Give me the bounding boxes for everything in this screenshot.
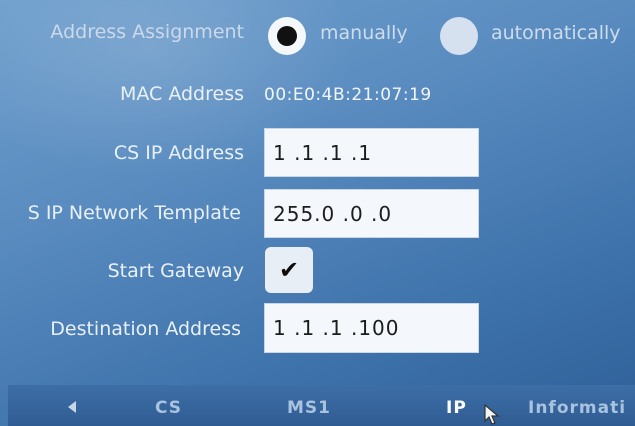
cs-ip-address-label: CS IP Address [113,142,244,164]
mac-address-value: 00:E0:4B:21:07:19 [264,85,432,105]
start-gateway-label: Start Gateway [107,260,244,282]
tab-ip[interactable]: IP [446,385,467,426]
tab-cs[interactable]: CS [155,385,182,426]
start-gateway-checkbox[interactable]: ✔ [265,247,313,293]
address-assignment-label: Address Assignment [50,21,244,43]
radio-automatically[interactable] [440,17,478,55]
cs-ip-address-field[interactable]: 1 .1 .1 .1 [264,128,479,177]
network-template-label: S IP Network Template [0,202,241,224]
radio-manually-label: manually [320,22,408,44]
tab-ms1[interactable]: MS1 [287,385,331,426]
tab-information[interactable]: Informati [528,385,626,426]
bottom-tab-bar: CS MS1 IP Informati [8,385,635,426]
network-template-label-text: S IP Network Template [27,202,241,224]
ip-settings-screen: Address Assignment manually automaticall… [0,0,635,426]
check-icon: ✔ [278,256,300,284]
network-template-field[interactable]: 255.0 .0 .0 [264,189,479,238]
destination-address-label: Destination Address [50,318,241,340]
left-arrow-icon[interactable] [68,401,76,413]
destination-address-field[interactable]: 1 .1 .1 .100 [264,303,479,353]
mac-address-label: MAC Address [119,83,244,105]
mouse-pointer-icon [484,404,500,425]
radio-manually[interactable] [268,17,306,55]
radio-automatically-label: automatically [491,22,621,44]
